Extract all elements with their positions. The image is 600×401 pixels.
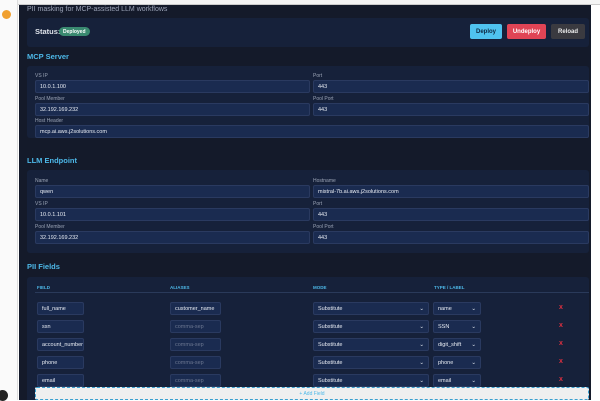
pool-member-label: Pool Member <box>35 224 65 230</box>
mcp-port-input[interactable]: 443 <box>313 80 589 93</box>
status-label: Status: <box>35 27 61 36</box>
field-name-input[interactable]: account_number <box>37 338 84 351</box>
llm-name-input[interactable]: qwen <box>35 185 310 198</box>
llm-port-input[interactable]: 443 <box>313 208 589 221</box>
remove-field-button[interactable]: x <box>559 376 563 383</box>
mcp-vs-ip-input[interactable]: 10.0.1.100 <box>35 80 310 93</box>
type-select[interactable]: email ⌄ <box>433 374 481 387</box>
chevron-down-icon: ⌄ <box>471 377 476 384</box>
mode-column-header: MODE <box>313 285 327 290</box>
aliases-column-header: ALIASES <box>170 285 190 290</box>
type-select[interactable]: digit_shift ⌄ <box>433 338 481 351</box>
aliases-input[interactable]: comma-sep <box>170 320 221 333</box>
pool-port-label: Pool Port <box>313 224 334 230</box>
type-value: SSN <box>438 323 450 330</box>
chevron-down-icon: ⌄ <box>471 359 476 366</box>
llm-vs-ip-input[interactable]: 10.0.1.101 <box>35 208 310 221</box>
remove-field-button[interactable]: x <box>559 322 563 329</box>
mcp-server-card: VS IP 10.0.1.100 Port 443 Pool Member 32… <box>27 66 589 138</box>
type-value: digit_shift <box>438 341 462 348</box>
status-badge: Deployed <box>59 27 90 36</box>
aliases-input[interactable]: customer_name <box>170 302 221 315</box>
mode-value: Substitute <box>318 305 343 312</box>
type-value: name <box>438 305 452 312</box>
pii-field-row: phone comma-sep Substitute ⌄ phone ⌄ x <box>27 356 589 369</box>
mcp-server-heading: MCP Server <box>27 52 69 61</box>
mode-select[interactable]: Substitute ⌄ <box>313 302 429 315</box>
pii-field-row: email comma-sep Substitute ⌄ email ⌄ x <box>27 374 589 387</box>
pii-fields-card: FIELD ALIASES MODE TYPE / LABEL full_nam… <box>27 277 589 400</box>
remove-field-button[interactable]: x <box>559 340 563 347</box>
undeploy-button[interactable]: Undeploy <box>507 24 546 39</box>
field-column-header: FIELD <box>37 285 50 290</box>
mode-value: Substitute <box>318 341 343 348</box>
deploy-button[interactable]: Deploy <box>470 24 502 39</box>
chevron-down-icon: ⌄ <box>471 305 476 312</box>
status-card: Status: Deployed Deploy Undeploy Reload <box>27 18 589 47</box>
type-value: phone <box>438 359 454 366</box>
mode-select[interactable]: Substitute ⌄ <box>313 338 429 351</box>
mode-select[interactable]: Substitute ⌄ <box>313 374 429 387</box>
remove-field-button[interactable]: x <box>559 304 563 311</box>
type-column-header: TYPE / LABEL <box>434 285 465 290</box>
mode-value: Substitute <box>318 323 343 330</box>
field-name-input[interactable]: ssn <box>37 320 84 333</box>
vs-ip-label: VS IP <box>35 201 48 207</box>
mcp-pool-member-input[interactable]: 32.192.169.232 <box>35 103 310 116</box>
field-name-input[interactable]: email <box>37 374 84 387</box>
type-select[interactable]: SSN ⌄ <box>433 320 481 333</box>
mode-select[interactable]: Substitute ⌄ <box>313 320 429 333</box>
llm-pool-port-input[interactable]: 443 <box>313 231 589 244</box>
type-select[interactable]: name ⌄ <box>433 302 481 315</box>
chevron-down-icon: ⌄ <box>419 323 424 330</box>
browser-right-strip <box>591 5 600 400</box>
pii-field-row: account_number comma-sep Substitute ⌄ dig… <box>27 338 589 351</box>
mcp-host-header-input[interactable]: mcp.ai.aws.j2solutions.com <box>35 125 589 138</box>
llm-endpoint-card: Name qwen Hostname mistral-7b.ai.aws.j2s… <box>27 170 589 253</box>
pool-port-label: Pool Port <box>313 96 334 102</box>
llm-hostname-input[interactable]: mistral-7b.ai.aws.j2solutions.com <box>313 185 589 198</box>
remove-field-button[interactable]: x <box>559 358 563 365</box>
mode-select[interactable]: Substitute ⌄ <box>313 356 429 369</box>
llm-endpoint-heading: LLM Endpoint <box>27 156 77 165</box>
reload-button[interactable]: Reload <box>551 24 585 39</box>
type-value: email <box>438 377 452 384</box>
add-field-button[interactable]: + Add Field <box>35 387 589 400</box>
chevron-down-icon: ⌄ <box>471 341 476 348</box>
hostname-label: Hostname <box>313 178 336 184</box>
pii-field-row: full_name customer_name Substitute ⌄ name… <box>27 302 589 315</box>
aliases-input[interactable]: comma-sep <box>170 338 221 351</box>
aliases-input[interactable]: comma-sep <box>170 356 221 369</box>
mode-value: Substitute <box>318 359 343 366</box>
name-label: Name <box>35 178 49 184</box>
chevron-down-icon: ⌄ <box>419 305 424 312</box>
header-divider <box>35 292 589 293</box>
chevron-down-icon: ⌄ <box>419 341 424 348</box>
mode-value: Substitute <box>318 377 343 384</box>
mcp-pool-port-input[interactable]: 443 <box>313 103 589 116</box>
host-header-label: Host Header <box>35 118 64 124</box>
vs-ip-label: VS IP <box>35 73 48 79</box>
aliases-input[interactable]: comma-sep <box>170 374 221 387</box>
page-subtitle: PII masking for MCP-assisted LLM workflo… <box>27 6 168 13</box>
field-name-input[interactable]: full_name <box>37 302 84 315</box>
field-name-input[interactable]: phone <box>37 356 84 369</box>
browser-left-strip <box>0 0 18 401</box>
extension-icon[interactable] <box>2 10 11 19</box>
pii-field-row: ssn comma-sep Substitute ⌄ SSN ⌄ x <box>27 320 589 333</box>
pii-fields-heading: PII Fields <box>27 262 60 271</box>
chevron-down-icon: ⌄ <box>419 377 424 384</box>
port-label: Port <box>313 201 323 207</box>
pool-member-label: Pool Member <box>35 96 65 102</box>
port-label: Port <box>313 73 323 79</box>
help-icon[interactable] <box>0 390 8 401</box>
chevron-down-icon: ⌄ <box>419 359 424 366</box>
chevron-down-icon: ⌄ <box>471 323 476 330</box>
type-select[interactable]: phone ⌄ <box>433 356 481 369</box>
app-main: PII masking for MCP-assisted LLM workflo… <box>19 5 591 400</box>
llm-pool-member-input[interactable]: 32.192.169.232 <box>35 231 310 244</box>
